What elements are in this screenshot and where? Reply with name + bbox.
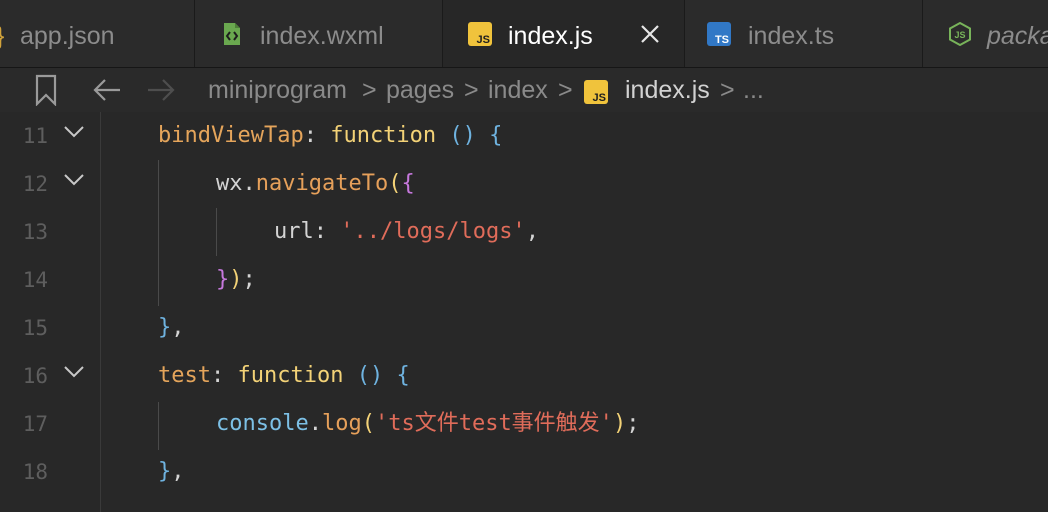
tab-index-wxml[interactable]: index.wxml — [195, 0, 443, 67]
code-text: url: '../logs/logs', — [274, 219, 539, 244]
tab-label: index.js — [508, 22, 593, 50]
code-editor[interactable]: 11 bindViewTap: function () { 12 wx.navi… — [0, 112, 1048, 512]
code-text: }, — [158, 459, 185, 484]
line-number: 16 — [22, 364, 48, 388]
tab-label: index.wxml — [260, 22, 384, 50]
code-text: test: function () { — [158, 363, 410, 388]
breadcrumb-item-pages[interactable]: pages — [386, 74, 454, 106]
breadcrumb-separator: > — [558, 76, 573, 104]
line-number: 14 — [22, 268, 48, 292]
tab-label: index.ts — [748, 22, 835, 50]
wxml-file-icon — [220, 22, 244, 46]
code-text: }, — [158, 315, 185, 340]
tab-package[interactable]: JS packa — [923, 0, 1048, 67]
code-line: 15 }, — [0, 304, 1048, 352]
breadcrumb-separator: > — [720, 76, 735, 104]
breadcrumb-item-index[interactable]: index — [488, 74, 548, 106]
code-text: console.log('ts文件test事件触发'); — [216, 411, 640, 436]
code-line: 18 }, — [0, 448, 1048, 496]
js-file-icon: JS — [584, 80, 608, 104]
fold-chevron-down-icon[interactable] — [63, 124, 85, 140]
forward-arrow-icon[interactable] — [146, 76, 176, 104]
close-icon[interactable] — [638, 22, 662, 46]
js-icon-text: JS — [476, 34, 490, 46]
tab-label: packa — [987, 22, 1048, 50]
tab-index-js[interactable]: JS index.js — [443, 0, 685, 67]
fold-chevron-down-icon[interactable] — [63, 364, 85, 380]
breadcrumb-item-miniprogram[interactable]: miniprogram — [208, 74, 347, 106]
code-text: wx.navigateTo({ — [216, 171, 415, 196]
line-number: 17 — [22, 412, 48, 436]
code-line: 12 wx.navigateTo({ — [0, 160, 1048, 208]
js-file-icon: JS — [468, 22, 492, 46]
line-number: 18 — [22, 460, 48, 484]
breadcrumb-ellipsis[interactable]: ... — [743, 74, 764, 106]
code-line: 11 bindViewTap: function () { — [0, 112, 1048, 160]
code-line: 17 console.log('ts文件test事件触发'); — [0, 400, 1048, 448]
json-braces-icon: } — [0, 20, 4, 52]
ts-icon-text: TS — [714, 34, 729, 46]
bookmark-icon[interactable] — [34, 74, 58, 106]
code-text: }); — [216, 267, 256, 292]
tab-app-json[interactable]: } app.json — [0, 0, 195, 67]
ts-file-icon: TS — [707, 22, 731, 46]
line-number: 11 — [22, 124, 48, 148]
tab-index-ts[interactable]: TS index.ts — [685, 0, 923, 67]
code-line: 16 test: function () { — [0, 352, 1048, 400]
line-number: 15 — [22, 316, 48, 340]
code-line: 14 }); — [0, 256, 1048, 304]
fold-chevron-down-icon[interactable] — [63, 172, 85, 188]
code-text: bindViewTap: function () { — [158, 123, 503, 148]
breadcrumb-item-file[interactable]: index.js — [625, 74, 710, 106]
breadcrumb-separator: > — [362, 76, 377, 104]
back-arrow-icon[interactable] — [92, 76, 122, 104]
nodejs-icon: JS — [948, 22, 972, 46]
breadcrumb-separator: > — [464, 76, 479, 104]
line-number: 12 — [22, 172, 48, 196]
tab-label: app.json — [20, 22, 115, 50]
js-icon-text: JS — [592, 92, 606, 104]
tab-bar: } app.json index.wxml JS index.js TS ind… — [0, 0, 1048, 68]
line-number: 13 — [22, 220, 48, 244]
code-line: 13 url: '../logs/logs', — [0, 208, 1048, 256]
svg-text:JS: JS — [954, 30, 965, 40]
breadcrumb: miniprogram > pages > index > JS index.j… — [0, 68, 1048, 112]
